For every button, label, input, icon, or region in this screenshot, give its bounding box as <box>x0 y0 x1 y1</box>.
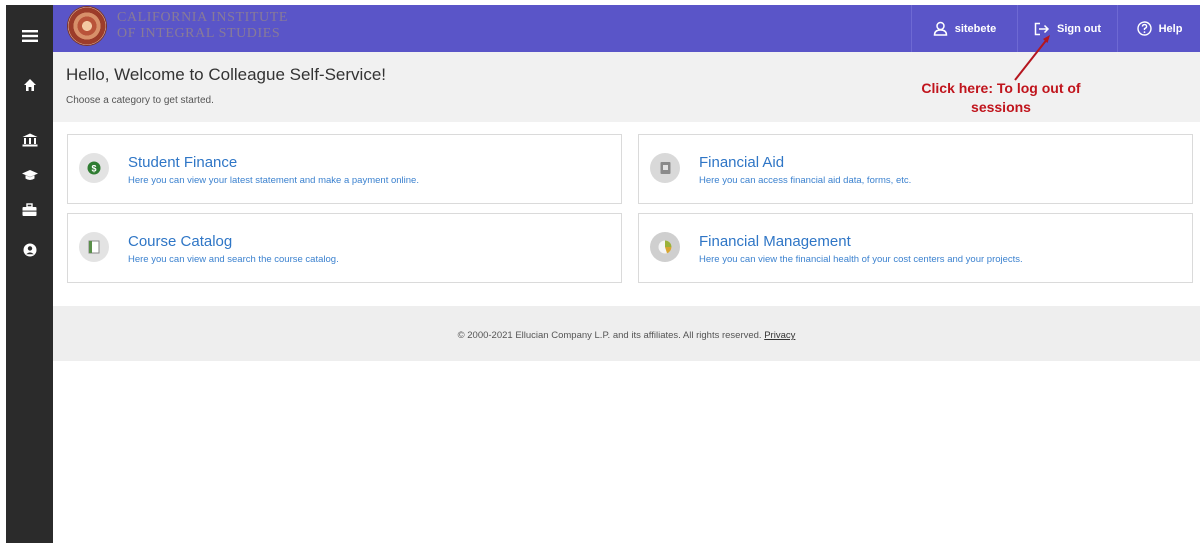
student-finance-icon: $ <box>79 153 109 183</box>
home-icon <box>23 79 36 91</box>
sidebar-item-finance[interactable] <box>6 128 53 152</box>
briefcase-icon <box>22 203 37 216</box>
course-catalog-icon <box>79 232 109 262</box>
card-financial-management[interactable]: Financial Management Here you can view t… <box>638 213 1193 283</box>
annotation-line-1: Click here: To log out of <box>921 80 1081 96</box>
bank-icon <box>22 133 37 147</box>
svg-text:$: $ <box>91 163 96 173</box>
menu-icon <box>21 30 38 42</box>
institution-seal-icon <box>68 7 106 45</box>
logo-line-1: CALIFORNIA INSTITUTE <box>117 10 289 25</box>
card-title[interactable]: Student Finance <box>128 154 237 171</box>
card-description: Here you can access financial aid data, … <box>699 175 912 186</box>
financial-management-icon <box>650 232 680 262</box>
help-button[interactable]: Help <box>1117 5 1200 52</box>
card-title[interactable]: Financial Management <box>699 233 851 250</box>
card-financial-aid[interactable]: Financial Aid Here you can access financ… <box>638 134 1193 204</box>
institution-logo[interactable]: CALIFORNIA INSTITUTE OF INTEGRAL STUDIES <box>68 6 318 46</box>
sidebar-item-home[interactable] <box>6 73 53 97</box>
page-subtitle: Choose a category to get started. <box>66 95 214 106</box>
annotation-line-2: sessions <box>971 99 1031 115</box>
sign-out-label: Sign out <box>1057 22 1101 35</box>
help-label: Help <box>1158 22 1183 35</box>
sidebar-item-profile[interactable] <box>6 238 53 262</box>
sidebar-nav <box>6 5 53 543</box>
user-icon <box>933 21 947 36</box>
card-student-finance[interactable]: $ Student Finance Here you can view your… <box>67 134 622 204</box>
user-circle-icon <box>23 243 36 257</box>
footer-text: © 2000-2021 Ellucian Company L.P. and it… <box>53 330 1200 341</box>
page-title: Hello, Welcome to Colleague Self-Service… <box>66 65 386 84</box>
card-title[interactable]: Financial Aid <box>699 154 784 171</box>
institution-name: CALIFORNIA INSTITUTE OF INTEGRAL STUDIES <box>117 10 288 42</box>
sign-out-annotation: Click here: To log out of sessions <box>890 79 1112 117</box>
username-label: sitebete <box>954 22 997 35</box>
financial-aid-icon <box>650 153 680 183</box>
card-course-catalog[interactable]: Course Catalog Here you can view and sea… <box>67 213 622 283</box>
graduation-cap-icon <box>21 170 38 180</box>
card-description: Here you can view and search the course … <box>128 254 339 265</box>
help-icon <box>1136 21 1152 36</box>
card-title[interactable]: Course Catalog <box>128 233 232 250</box>
menu-toggle-button[interactable] <box>6 24 53 48</box>
copyright-text: © 2000-2021 Ellucian Company L.P. and it… <box>457 330 762 341</box>
page-footer: © 2000-2021 Ellucian Company L.P. and it… <box>53 306 1200 361</box>
privacy-link[interactable]: Privacy <box>764 330 795 341</box>
card-description: Here you can view your latest statement … <box>128 175 419 186</box>
logo-line-2: OF INTEGRAL STUDIES <box>117 26 281 41</box>
sidebar-item-academics[interactable] <box>6 163 53 187</box>
sidebar-item-employee[interactable] <box>6 198 53 222</box>
card-description: Here you can view the financial health o… <box>699 254 1023 265</box>
